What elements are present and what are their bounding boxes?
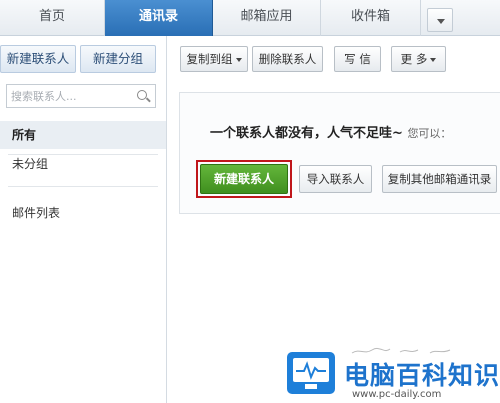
watermark-screen-shape [293,358,329,382]
contact-search-input[interactable] [7,85,127,108]
tab-contacts[interactable]: 通讯录 [105,0,213,36]
contact-search-box [6,84,156,108]
write-mail-button[interactable]: 写 信 [334,46,381,72]
sidebar: 新建联系人 新建分组 所有 未分组 邮件列表 [0,36,167,403]
new-group-button[interactable]: 新建分组 [80,45,156,73]
watermark-handwriting [351,347,451,354]
sidebar-divider [8,186,158,187]
sidebar-item-all[interactable]: 所有 [0,121,166,149]
chevron-down-icon [430,57,437,62]
sidebar-item-mailing-list[interactable]: 邮件列表 [0,199,166,227]
watermark-stand-shape [305,384,317,389]
more-actions-button[interactable]: 更 多 [391,46,446,72]
chevron-down-icon [235,57,242,62]
more-actions-label: 更 多 [400,52,428,66]
copy-to-group-label: 复制到组 [186,52,233,66]
top-tab-bar: 首页 通讯录 邮箱应用 收件箱 [0,0,500,36]
empty-state-panel: 一个联系人都没有，人气不足哇~ 您可以： 新建联系人 导入联系人 复制其他邮箱通… [179,92,500,214]
new-contact-button[interactable]: 新建联系人 [200,164,288,194]
copy-to-group-button[interactable]: 复制到组 [180,46,248,72]
delete-contact-button[interactable]: 删除联系人 [252,46,323,72]
search-icon[interactable] [137,90,147,100]
watermark-monitor-icon [287,352,335,394]
copy-other-address-book-button[interactable]: 复制其他邮箱通讯录 [382,165,497,193]
empty-state-text: 一个联系人都没有，人气不足哇~ [210,126,403,141]
tab-overflow-dropdown-button[interactable] [427,8,453,32]
watermark-brand-text: 电脑百科知识 [344,361,500,390]
import-contacts-button[interactable]: 导入联系人 [299,165,372,193]
tab-inbox[interactable]: 收件箱 [321,0,421,36]
empty-state-hint: 您可以： [407,127,452,140]
watermark-url: www.pc-daily.com [352,389,442,400]
sidebar-item-ungrouped[interactable]: 未分组 [0,150,166,178]
tab-mail-apps[interactable]: 邮箱应用 [213,0,321,36]
tab-home[interactable]: 首页 [0,0,105,36]
empty-state-message: 一个联系人都没有，人气不足哇~ 您可以： [210,122,451,141]
new-contact-sidebar-button[interactable]: 新建联系人 [0,45,76,73]
